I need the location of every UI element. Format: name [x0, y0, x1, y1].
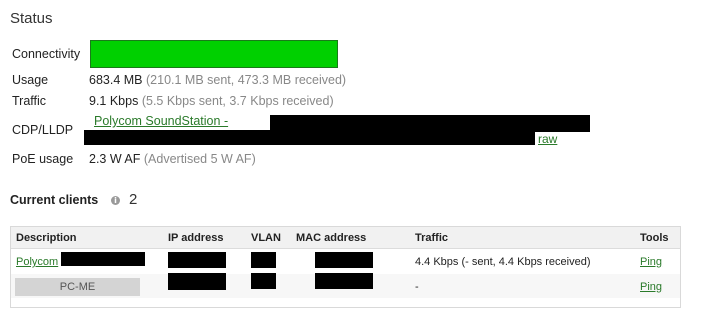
redaction-block — [61, 252, 145, 266]
traffic-detail: (5.5 Kbps sent, 3.7 Kbps received) — [141, 94, 334, 108]
redaction-block — [315, 273, 373, 289]
usage-detail: (210.1 MB sent, 473.3 MB received) — [146, 73, 347, 87]
client-description-link[interactable]: Polycom — [16, 256, 58, 268]
traffic-label: Traffic — [12, 94, 47, 108]
redaction-block — [168, 273, 226, 290]
status-title: Status — [10, 10, 53, 27]
usage-value-line: 683.4 MB (210.1 MB sent, 473.3 MB receiv… — [89, 73, 346, 87]
cdp-lldp-raw-link[interactable]: raw — [538, 132, 557, 146]
column-ip-address[interactable]: IP address — [168, 232, 223, 244]
poe-value: 2.3 W AF — [89, 152, 141, 166]
poe-detail: (Advertised 5 W AF) — [143, 152, 256, 166]
poe-usage-label: PoE usage — [12, 152, 74, 166]
column-description[interactable]: Description — [16, 232, 77, 244]
traffic-value-line: 9.1 Kbps (5.5 Kbps sent, 3.7 Kbps receiv… — [89, 94, 334, 108]
client-description[interactable]: PC-ME — [15, 278, 140, 296]
cdp-lldp-label: CDP/LLDP — [12, 123, 74, 137]
redaction-block — [251, 273, 276, 289]
connectivity-bar[interactable] — [90, 40, 338, 68]
ping-link[interactable]: Ping — [640, 256, 662, 268]
redaction-block — [168, 252, 226, 268]
client-traffic: - — [415, 281, 419, 293]
client-traffic: 4.4 Kbps (- sent, 4.4 Kbps received) — [415, 256, 591, 268]
ping-link[interactable]: Ping — [640, 281, 662, 293]
poe-value-line: 2.3 W AF (Advertised 5 W AF) — [89, 152, 256, 166]
cdp-lldp-device-link[interactable]: Polycom SoundStation - — [94, 114, 228, 128]
redaction-block — [84, 130, 535, 145]
redaction-block — [251, 252, 276, 268]
usage-label: Usage — [12, 73, 49, 87]
connectivity-label: Connectivity — [12, 47, 81, 61]
column-traffic[interactable]: Traffic — [415, 232, 448, 244]
redaction-block — [315, 252, 373, 268]
column-mac-address[interactable]: MAC address — [296, 232, 366, 244]
info-icon[interactable]: i — [111, 196, 120, 205]
current-clients-title: Current clients — [10, 193, 99, 207]
column-tools: Tools — [640, 232, 669, 244]
clients-count: 2 — [129, 191, 138, 208]
traffic-value: 9.1 Kbps — [89, 94, 139, 108]
usage-value: 683.4 MB — [89, 73, 143, 87]
column-vlan[interactable]: VLAN — [251, 232, 281, 244]
